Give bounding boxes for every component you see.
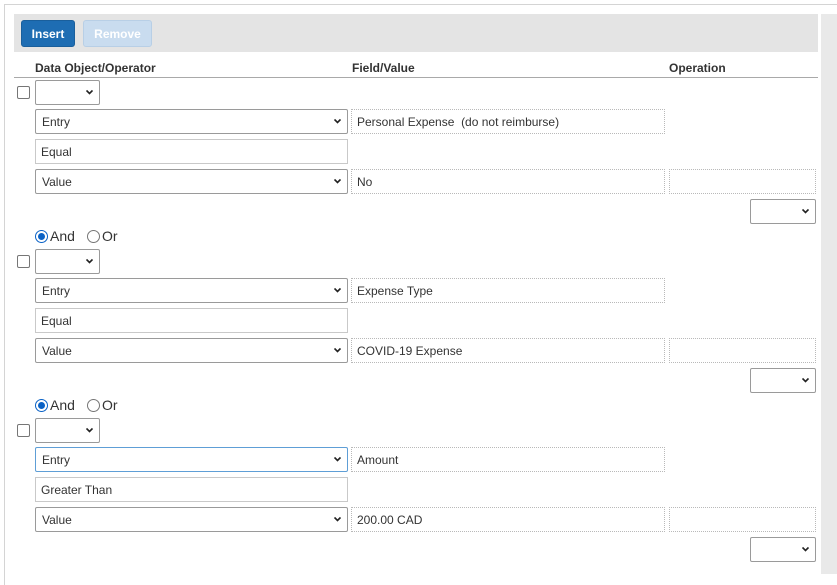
or-label: Or [102,228,118,244]
chevron-down-icon [802,377,809,383]
chevron-down-icon [802,546,809,552]
left-object-select[interactable]: Entry [35,447,348,472]
chevron-down-icon [334,118,341,124]
operator-value: Equal [41,314,72,328]
and-radio[interactable] [35,399,48,412]
chevron-down-icon [334,347,341,353]
left-field-value: Expense Type [357,284,433,298]
right-value-input[interactable]: 200.00 CAD [351,507,665,532]
group-select[interactable] [35,418,100,443]
right-object-value: Value [42,175,72,189]
and-label: And [50,228,75,244]
right-object-select[interactable]: Value [35,507,348,532]
left-object-select[interactable]: Entry [35,278,348,303]
chevron-down-icon [334,456,341,462]
connector-select[interactable] [750,199,816,224]
connector-select[interactable] [750,368,816,393]
group-select[interactable] [35,249,100,274]
column-header-operation: Operation [669,61,726,75]
remove-button[interactable]: Remove [83,20,152,47]
chevron-down-icon [334,178,341,184]
left-field-input[interactable]: Amount [351,447,665,472]
right-value: COVID-19 Expense [357,344,463,358]
operator-field[interactable]: Equal [35,308,348,333]
chevron-down-icon [334,516,341,522]
header-divider [14,77,818,78]
left-object-value: Entry [42,115,71,129]
right-object-select[interactable]: Value [35,169,348,194]
and-label: And [50,397,75,413]
connector-select[interactable] [750,537,816,562]
chevron-down-icon [86,89,93,95]
chevron-down-icon [86,427,93,433]
or-radio[interactable] [87,399,100,412]
operation-input[interactable] [669,169,816,194]
or-radio[interactable] [87,230,100,243]
operator-value: Equal [41,145,72,159]
chevron-down-icon [86,258,93,264]
left-field-value: Amount [357,453,399,467]
right-object-value: Value [42,513,72,527]
condition-checkbox[interactable] [17,86,30,99]
right-value-input[interactable]: No [351,169,665,194]
toolbar: Insert Remove [14,14,818,52]
left-field-input[interactable]: Expense Type [351,278,665,303]
and-radio[interactable] [35,230,48,243]
group-select[interactable] [35,80,100,105]
logic-radio-group: And Or [35,397,155,414]
left-object-select[interactable]: Entry [35,109,348,134]
chevron-down-icon [334,287,341,293]
or-label: Or [102,397,118,413]
column-header-field-value: Field/Value [352,61,415,75]
condition-checkbox[interactable] [17,424,30,437]
scrollbar-track[interactable] [821,14,837,574]
operator-field[interactable]: Equal [35,139,348,164]
operator-field[interactable]: Greater Than [35,477,348,502]
operation-input[interactable] [669,338,816,363]
condition-checkbox[interactable] [17,255,30,268]
right-object-value: Value [42,344,72,358]
insert-button[interactable]: Insert [21,20,75,47]
chevron-down-icon [802,208,809,214]
operation-input[interactable] [669,507,816,532]
right-value: No [357,175,373,189]
right-object-select[interactable]: Value [35,338,348,363]
column-header-data-object: Data Object/Operator [35,61,156,75]
right-value: 200.00 CAD [357,513,423,527]
left-object-value: Entry [42,453,71,467]
left-field-value: Personal Expense (do not reimburse) [357,115,560,129]
operator-value: Greater Than [41,483,113,497]
left-object-value: Entry [42,284,71,298]
right-value-input[interactable]: COVID-19 Expense [351,338,665,363]
logic-radio-group: And Or [35,228,155,245]
left-field-input[interactable]: Personal Expense (do not reimburse) [351,109,665,134]
